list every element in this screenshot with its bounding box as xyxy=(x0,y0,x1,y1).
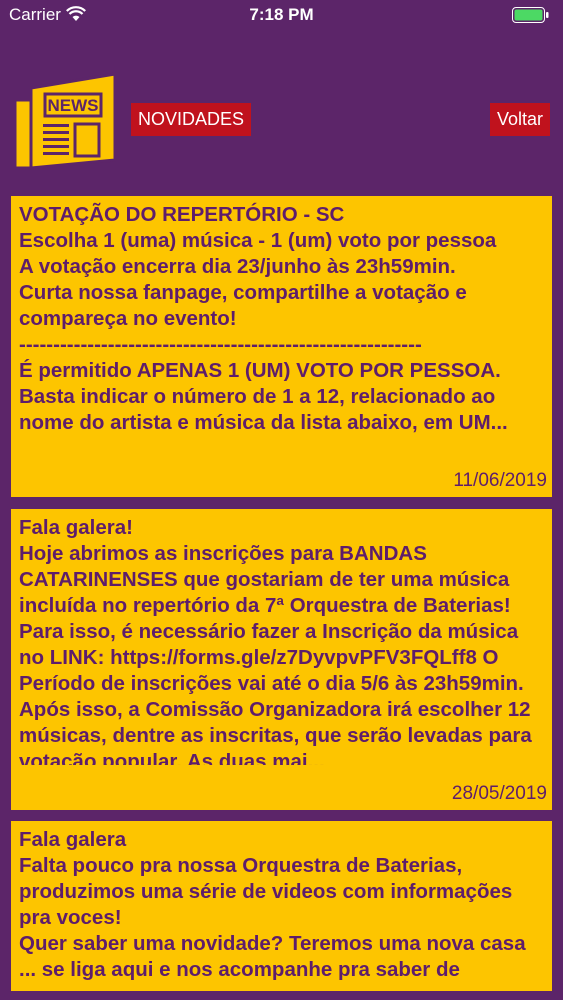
header: NEWS NOVIDADES Voltar xyxy=(0,66,563,176)
news-card[interactable]: Fala galera Falta pouco pra nossa Orques… xyxy=(11,821,552,991)
news-card[interactable]: Fala galera! Hoje abrimos as inscrições … xyxy=(11,509,552,810)
news-card-date: 28/05/2019 xyxy=(451,783,547,804)
clock: 7:18 PM xyxy=(249,5,314,24)
news-card-text: Fala galera! Hoje abrimos as inscrições … xyxy=(19,516,532,765)
news-card-date: 11/06/2019 xyxy=(453,470,547,491)
back-button[interactable]: Voltar xyxy=(490,103,551,136)
news-logo-icon: NEWS xyxy=(11,70,121,174)
news-card[interactable]: VOTAÇÃO DO REPERTÓRIO - SC Escolha 1 (um… xyxy=(11,196,552,497)
svg-text:NEWS: NEWS xyxy=(48,96,99,115)
news-card-text: Fala galera Falta pouco pra nossa Orques… xyxy=(19,828,526,981)
battery-icon xyxy=(512,7,550,28)
news-button[interactable]: NOVIDADES xyxy=(131,103,252,136)
status-bar: Carrier 7:18 PM xyxy=(0,0,563,30)
news-card-text: VOTAÇÃO DO REPERTÓRIO - SC Escolha 1 (um… xyxy=(19,203,508,434)
